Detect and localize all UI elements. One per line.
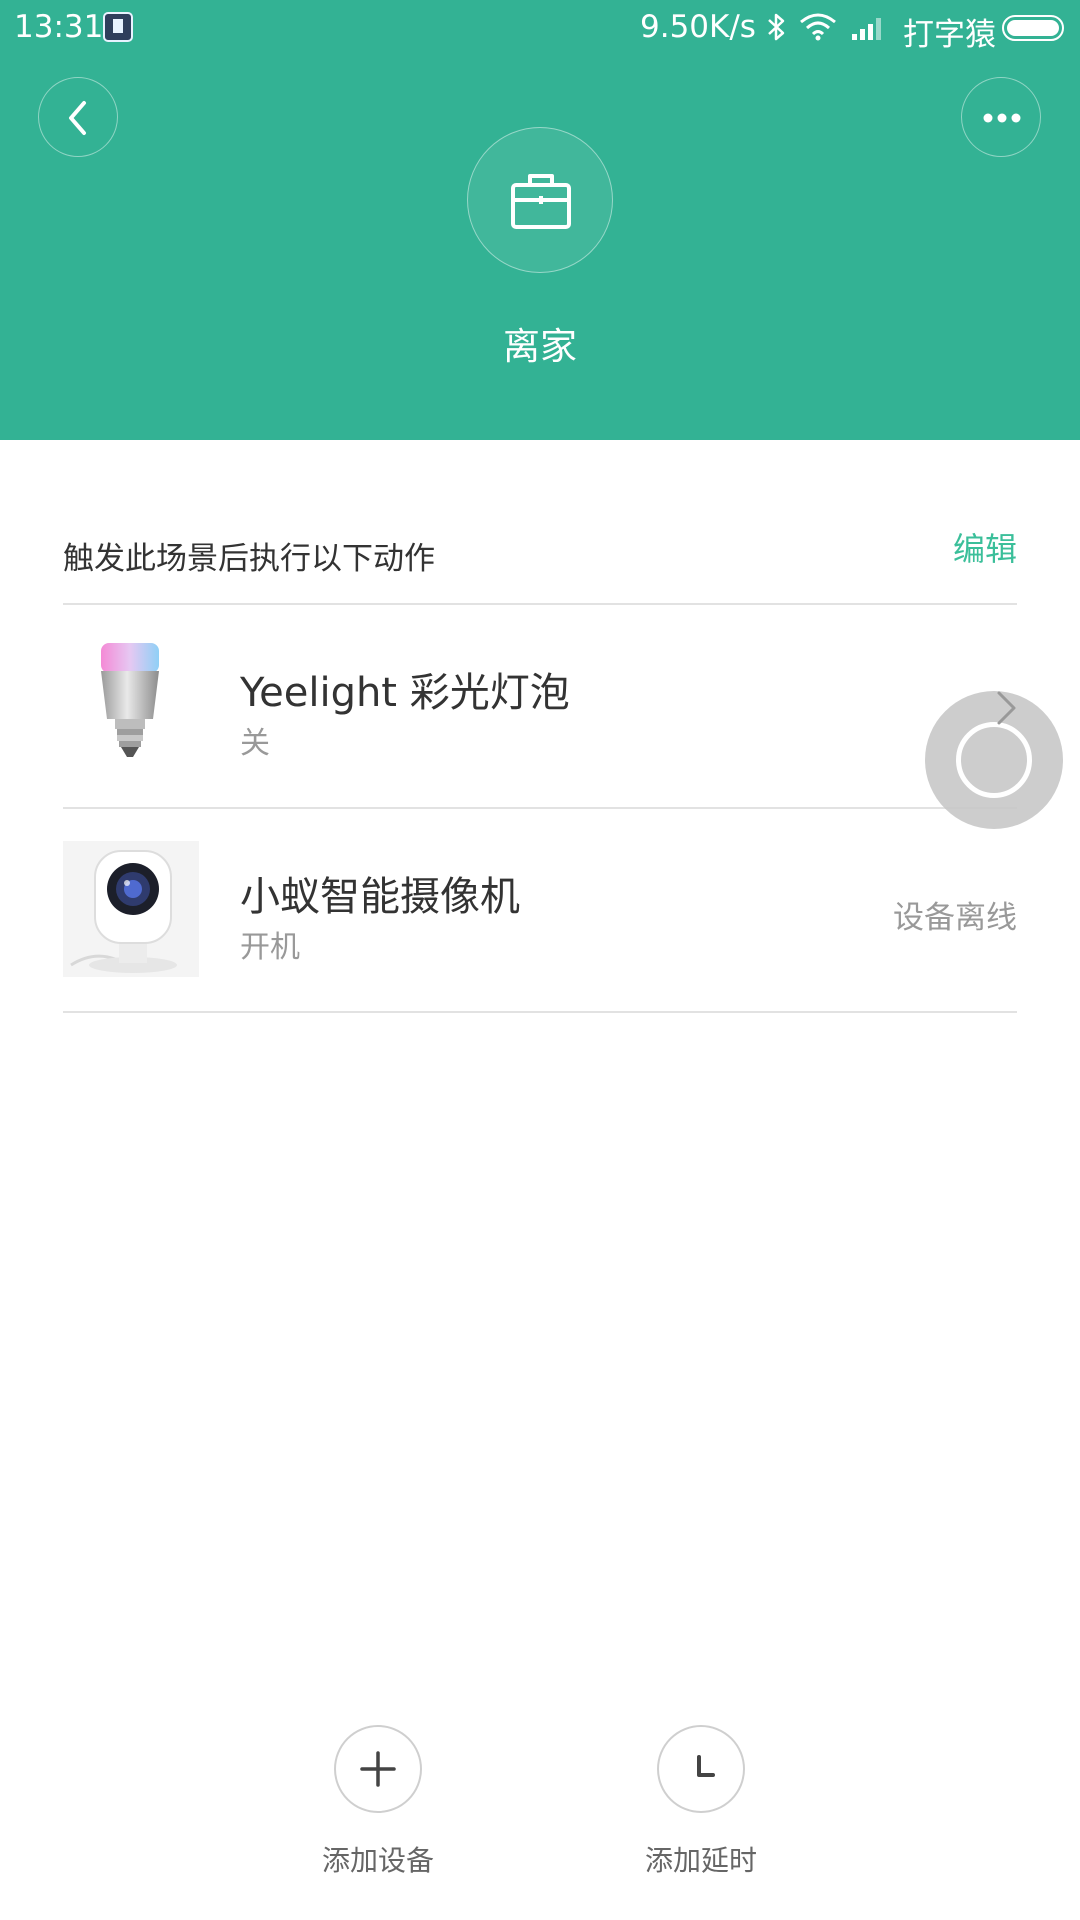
action-item-camera[interactable]: 小蚁智能摄像机 开机 设备离线 [0, 808, 1080, 1011]
divider [63, 1011, 1017, 1013]
scene-icon-button[interactable] [467, 127, 613, 273]
add-delay-button[interactable] [657, 1725, 745, 1813]
more-button[interactable] [961, 77, 1041, 157]
chevron-right-icon [997, 691, 1016, 725]
scene-header: 13:31 9.50K/s 打字猿 离家 [0, 0, 1080, 440]
more-horizontal-icon [983, 113, 1021, 123]
section-title: 触发此场景后执行以下动作 [63, 541, 435, 577]
floating-assistant-ball[interactable] [925, 691, 1063, 829]
chevron-left-icon [69, 101, 86, 135]
wifi-icon [800, 13, 836, 41]
device-action: 关 [240, 726, 270, 761]
device-name: Yeelight 彩光灯泡 [240, 670, 570, 716]
add-device-button[interactable] [334, 1725, 422, 1813]
carrier-name: 打字猿 [903, 17, 996, 53]
back-button[interactable] [38, 77, 118, 157]
status-bar: 13:31 9.50K/s 打字猿 [0, 0, 1080, 56]
device-name: 小蚁智能摄像机 [240, 874, 520, 920]
add-device-label[interactable]: 添加设备 [278, 1839, 478, 1879]
plus-icon [360, 1751, 396, 1787]
device-action: 开机 [240, 930, 300, 965]
status-time: 13:31 [14, 9, 104, 45]
notification-icon [103, 12, 133, 42]
yeelight-bulb-image [101, 643, 159, 757]
clock-hands-icon [697, 1755, 715, 1777]
add-delay-label[interactable]: 添加延时 [601, 1839, 801, 1879]
briefcase-icon [511, 174, 571, 229]
yi-camera-image [63, 841, 199, 977]
scene-name: 离家 [503, 325, 577, 368]
device-status: 设备离线 [893, 900, 1017, 936]
action-item-yeelight[interactable]: Yeelight 彩光灯泡 关 [0, 604, 1080, 807]
signal-icon [852, 18, 881, 40]
battery-icon [1002, 15, 1064, 41]
edit-button[interactable]: 编辑 [953, 524, 1017, 570]
bluetooth-icon [768, 13, 785, 41]
network-speed: 9.50K/s [640, 9, 756, 45]
